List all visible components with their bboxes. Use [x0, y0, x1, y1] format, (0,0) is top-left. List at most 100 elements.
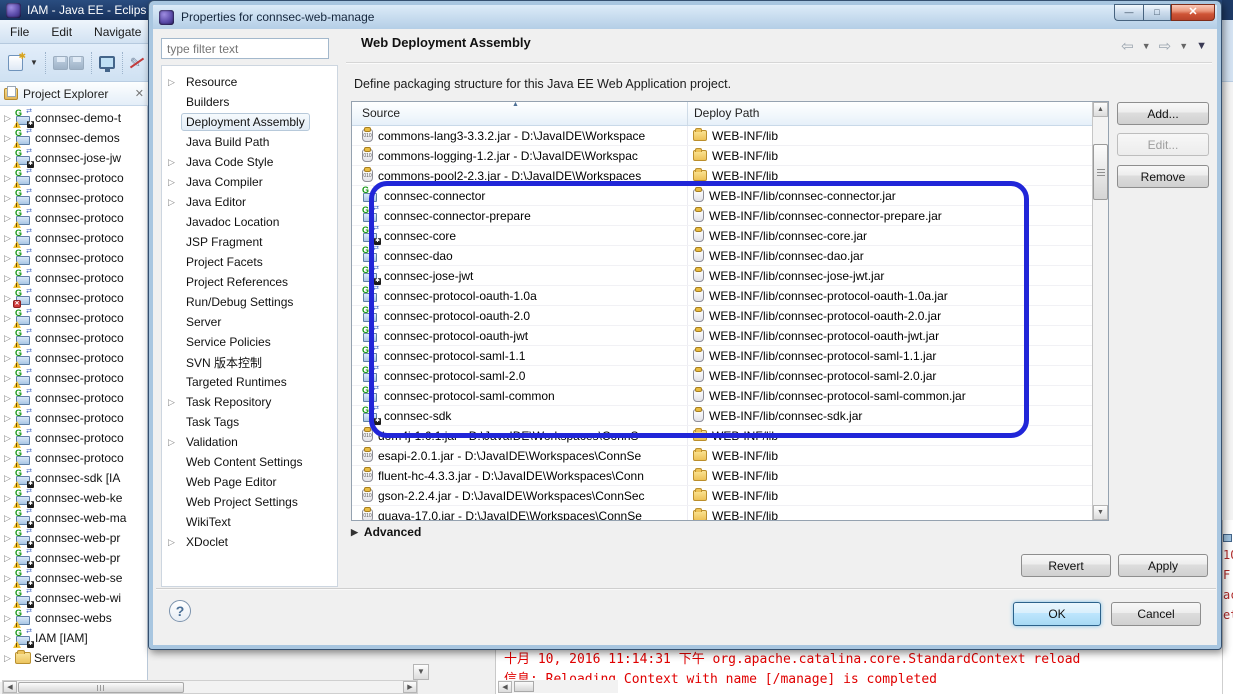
explorer-item[interactable]: ▷G⇄✱connsec-web-ma: [0, 508, 148, 528]
scrollbar-thumb[interactable]: [514, 681, 534, 692]
expand-icon[interactable]: ▷: [4, 153, 12, 164]
properties-tree-item[interactable]: ▷Java Code Style: [162, 152, 337, 172]
expand-icon[interactable]: ▷: [4, 553, 12, 564]
explorer-item[interactable]: ▷G⇄connsec-protoco: [0, 228, 148, 248]
help-button[interactable]: ?: [169, 600, 191, 622]
table-row[interactable]: dom4j-1.6.1.jar - D:\JavaIDE\Workspaces\…: [352, 426, 1093, 446]
expand-icon[interactable]: ▷: [4, 453, 12, 464]
expand-icon[interactable]: ▷: [4, 113, 12, 124]
expand-icon[interactable]: ▷: [168, 197, 177, 208]
properties-tree-item[interactable]: Javadoc Location: [162, 212, 337, 232]
explorer-item[interactable]: ▷G⇄connsec-protoco: [0, 328, 148, 348]
expand-icon[interactable]: ▷: [4, 313, 12, 324]
table-row[interactable]: G⇄connsec-connector-prepareWEB-INF/lib/c…: [352, 206, 1093, 226]
console-horizontal-scrollbar[interactable]: ◀: [498, 680, 618, 693]
scrollbar-thumb[interactable]: [18, 682, 184, 693]
column-deploy-path[interactable]: Deploy Path: [688, 102, 1093, 125]
properties-tree-item[interactable]: ▷XDoclet: [162, 532, 337, 552]
properties-tree-item[interactable]: Project References: [162, 272, 337, 292]
explorer-item[interactable]: ▷G⇄connsec-protoco: [0, 308, 148, 328]
table-row[interactable]: gson-2.2.4.jar - D:\JavaIDE\Workspaces\C…: [352, 486, 1093, 506]
expand-icon[interactable]: ▷: [4, 593, 12, 604]
menu-item-edit[interactable]: Edit: [51, 25, 72, 39]
add-button[interactable]: Add...: [1117, 102, 1209, 125]
back-icon[interactable]: ⇦: [1121, 37, 1134, 55]
properties-tree-item[interactable]: WikiText: [162, 512, 337, 532]
expand-icon[interactable]: ▷: [4, 633, 12, 644]
scroll-up-icon[interactable]: ▲: [1093, 102, 1108, 117]
expand-icon[interactable]: ▷: [4, 533, 12, 544]
expand-icon[interactable]: ▷: [4, 493, 12, 504]
properties-tree-item[interactable]: ▷Validation: [162, 432, 337, 452]
explorer-item[interactable]: ▷G⇄✱IAM [IAM]: [0, 628, 148, 648]
expand-icon[interactable]: ▷: [4, 213, 12, 224]
new-dropdown-icon[interactable]: ▼: [30, 58, 38, 67]
properties-tree-item[interactable]: Web Content Settings: [162, 452, 337, 472]
expand-icon[interactable]: ▷: [168, 177, 177, 188]
expand-icon[interactable]: ▷: [4, 413, 12, 424]
expand-icon[interactable]: ▷: [168, 397, 177, 408]
ok-button[interactable]: OK: [1013, 602, 1101, 626]
advanced-section[interactable]: ▶ Advanced: [351, 525, 421, 539]
console-monitor-icon[interactable]: [99, 56, 115, 69]
maximize-icon[interactable]: □: [1143, 4, 1171, 21]
expand-icon[interactable]: ▷: [4, 233, 12, 244]
expand-icon[interactable]: ▷: [4, 193, 12, 204]
table-row[interactable]: G⇄connsec-daoWEB-INF/lib/connsec-dao.jar: [352, 246, 1093, 266]
table-row[interactable]: G⇄connsec-protocol-saml-1.1WEB-INF/lib/c…: [352, 346, 1093, 366]
explorer-item[interactable]: ▷Servers: [0, 648, 148, 668]
expand-icon[interactable]: ▷: [4, 353, 12, 364]
properties-tree-item[interactable]: Server: [162, 312, 337, 332]
properties-tree-item[interactable]: Targeted Runtimes: [162, 372, 337, 392]
dialog-titlebar[interactable]: Properties for connsec-web-manage: [153, 5, 1217, 29]
properties-tree-item[interactable]: JSP Fragment: [162, 232, 337, 252]
explorer-item[interactable]: ▷G⇄✱connsec-web-wi: [0, 588, 148, 608]
revert-button[interactable]: Revert: [1021, 554, 1111, 577]
explorer-item[interactable]: ▷G⇄✱connsec-jose-jw: [0, 148, 148, 168]
table-row[interactable]: G⇄connsec-protocol-oauth-2.0WEB-INF/lib/…: [352, 306, 1093, 326]
explorer-item[interactable]: ▷G⇄connsec-protoco: [0, 248, 148, 268]
table-row[interactable]: G⇄connsec-protocol-saml-2.0WEB-INF/lib/c…: [352, 366, 1093, 386]
properties-tree-item[interactable]: Project Facets: [162, 252, 337, 272]
properties-tree-item[interactable]: ▷Java Editor: [162, 192, 337, 212]
expand-icon[interactable]: ▷: [168, 437, 177, 448]
expand-icon[interactable]: ▷: [168, 77, 177, 88]
project-explorer-tab[interactable]: Project Explorer ✕: [0, 82, 148, 106]
properties-tree-item[interactable]: Task Tags: [162, 412, 337, 432]
table-row[interactable]: guava-17.0.jar - D:\JavaIDE\Workspaces\C…: [352, 506, 1093, 521]
explorer-item[interactable]: ▷G⇄connsec-protoco: [0, 188, 148, 208]
explorer-item[interactable]: ▷G⇄✱connsec-web-ke: [0, 488, 148, 508]
close-view-icon[interactable]: ✕: [135, 87, 144, 100]
back-dropdown-icon[interactable]: ▼: [1142, 41, 1151, 51]
filter-input[interactable]: [161, 38, 329, 59]
expand-icon[interactable]: ▷: [4, 573, 12, 584]
expand-icon[interactable]: ▷: [4, 373, 12, 384]
scroll-left-icon[interactable]: ◀: [498, 681, 512, 693]
explorer-item[interactable]: ▷G⇄connsec-protoco: [0, 448, 148, 468]
scroll-right-icon[interactable]: ▶: [403, 681, 417, 693]
explorer-item[interactable]: ▷G⇄connsec-protoco: [0, 428, 148, 448]
properties-tree-item[interactable]: Web Project Settings: [162, 492, 337, 512]
forward-icon[interactable]: ⇨: [1159, 37, 1172, 55]
explorer-item[interactable]: ▷G⇄connsec-protoco: [0, 348, 148, 368]
close-icon[interactable]: ✕: [1171, 4, 1215, 21]
expand-icon[interactable]: ▷: [4, 653, 12, 664]
properties-tree-item[interactable]: Web Page Editor: [162, 472, 337, 492]
expand-icon[interactable]: ▷: [4, 253, 12, 264]
table-vertical-scrollbar[interactable]: ▲ ▼: [1092, 102, 1108, 520]
menu-item-file[interactable]: File: [10, 25, 29, 39]
table-row[interactable]: G⇄✱connsec-sdkWEB-INF/lib/connsec-sdk.ja…: [352, 406, 1093, 426]
scrollbar-thumb[interactable]: [1093, 144, 1108, 200]
scroll-left-icon[interactable]: ◀: [3, 681, 17, 693]
explorer-item[interactable]: ▷G⇄connsec-protoco: [0, 268, 148, 288]
forward-dropdown-icon[interactable]: ▼: [1179, 41, 1188, 51]
properties-tree-item[interactable]: Java Build Path: [162, 132, 337, 152]
minimize-icon[interactable]: —: [1114, 4, 1143, 21]
properties-tree-item[interactable]: ▷Resource: [162, 72, 337, 92]
table-row[interactable]: G⇄✱connsec-jose-jwtWEB-INF/lib/connsec-j…: [352, 266, 1093, 286]
expand-icon[interactable]: ▷: [4, 333, 12, 344]
properties-tree-item[interactable]: Run/Debug Settings: [162, 292, 337, 312]
expand-icon[interactable]: ▷: [168, 537, 177, 548]
no-edit-icon[interactable]: ✎: [130, 55, 141, 71]
view-menu-icon[interactable]: ▼: [1196, 40, 1207, 52]
